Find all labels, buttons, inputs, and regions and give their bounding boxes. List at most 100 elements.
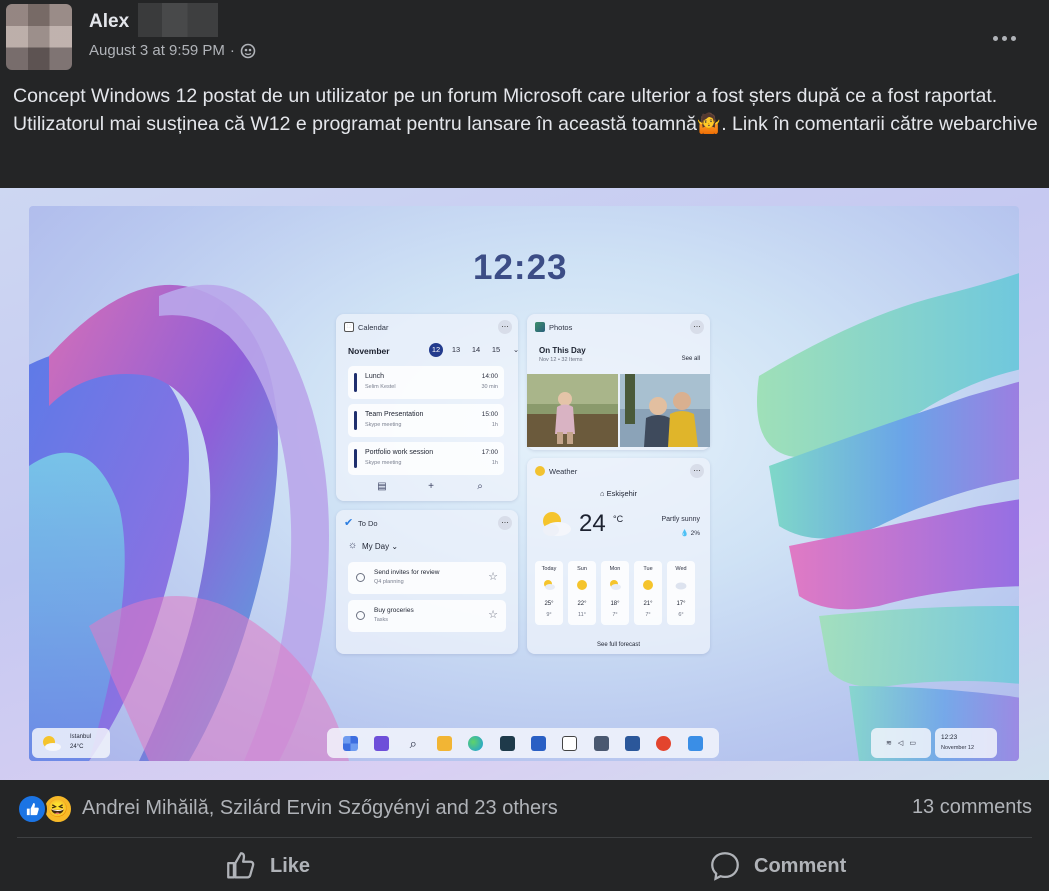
sun-icon	[535, 466, 545, 476]
download-icon[interactable]	[687, 735, 703, 751]
reaction-icons[interactable]: 😆	[17, 794, 73, 824]
calendar-event[interactable]: Team Presentation Skype meeting 15:00 1h	[348, 404, 504, 437]
calendar-title: Calendar	[358, 323, 389, 332]
sun-icon: ☼	[348, 540, 358, 551]
volume-icon[interactable]: ◁	[898, 739, 903, 747]
calendar-more-button[interactable]: ...	[498, 320, 512, 334]
forecast-day[interactable]: Tue 21° 7°	[634, 561, 662, 625]
star-icon[interactable]: ☆	[488, 608, 498, 621]
forecast-day-name: Today	[541, 566, 557, 572]
sun-icon	[577, 580, 587, 590]
post-timestamp[interactable]: August 3 at 9:59 PM	[89, 42, 225, 59]
reaction-names[interactable]: Andrei Mihăilă, Szilárd Ervin Szőgyényi …	[82, 797, 558, 820]
office-icon[interactable]	[656, 735, 672, 751]
forecast-day-name: Wed	[675, 566, 687, 572]
widgets-icon[interactable]	[374, 735, 390, 751]
photos-widget[interactable]: Photos ... On This Day Nov 12 • 32 Items…	[527, 314, 710, 450]
weather-widget[interactable]: Weather ... ⌂ Eskişehir 24 °C Partly sun…	[527, 458, 710, 654]
weather-rain-chance: 💧 2%	[680, 530, 700, 537]
forecast-day[interactable]: Wed 17° 6°	[667, 561, 695, 625]
system-tray[interactable]: ≋ ◁ ▭	[871, 728, 931, 758]
like-button[interactable]: Like	[224, 846, 310, 886]
event-title: Lunch	[365, 373, 385, 380]
comment-bubble-icon	[711, 852, 739, 881]
wallpaper-ribbon-left	[29, 284, 349, 761]
more-dot	[1010, 35, 1016, 41]
forecast-day-name: Tue	[643, 566, 653, 572]
desktop-clock: 12:23	[473, 248, 568, 287]
forecast-day[interactable]: Today 25° 9°	[535, 561, 563, 625]
calendar-day[interactable]: 15	[489, 343, 503, 357]
weather-condition: Partly sunny	[661, 516, 700, 523]
chevron-down-icon: ⌄	[391, 542, 399, 551]
photos-title: Photos	[549, 323, 573, 332]
partly-cloudy-icon	[543, 512, 571, 536]
todo-list-selector[interactable]: My Day ⌄	[362, 542, 398, 551]
battery-icon[interactable]: ▭	[909, 739, 916, 747]
taskbar-weather[interactable]: Istanbul 24°C	[32, 728, 110, 758]
forecast-high: 25°	[544, 601, 554, 607]
word-icon[interactable]	[625, 735, 641, 751]
forecast-low: 7°	[612, 612, 618, 618]
todo-task[interactable]: Buy groceries Tasks ☆	[348, 600, 506, 632]
thumbs-up-icon	[17, 794, 47, 824]
calendar-view-icon[interactable]: ▤	[376, 481, 388, 493]
more-dot	[992, 35, 998, 41]
globe-icon[interactable]	[240, 43, 256, 59]
forecast-low: 7°	[645, 612, 651, 618]
terminal-icon[interactable]	[499, 735, 515, 751]
author-name[interactable]: Alex	[89, 11, 129, 33]
calendar-day[interactable]: 12	[429, 343, 443, 357]
calendar-event[interactable]: Lunch Selim Kestel 14:00 30 min	[348, 366, 504, 399]
search-icon[interactable]: ⌕	[474, 481, 486, 493]
event-sub: Skype meeting	[365, 422, 402, 428]
search-icon[interactable]: ⌕	[406, 736, 421, 751]
task-checkbox[interactable]	[356, 611, 365, 620]
chevron-down-icon[interactable]: ⌄	[509, 343, 523, 357]
post-image[interactable]: 12:23 12 Calendar ... November 12 13 14 …	[0, 188, 1049, 780]
todo-more-button[interactable]: ...	[498, 516, 512, 530]
forecast-day[interactable]: Sun 22° 11°	[568, 561, 596, 625]
start-icon[interactable]	[343, 735, 359, 751]
todo-task[interactable]: Send invites for review Q4 planning ☆	[348, 562, 506, 594]
comment-button[interactable]: Comment	[708, 846, 846, 886]
taskbar-date: November 12	[941, 745, 975, 751]
wifi-icon[interactable]: ≋	[886, 739, 892, 747]
taskbar-weather-city: Istanbul	[70, 734, 92, 740]
add-event-icon[interactable]: +	[425, 481, 437, 493]
calendar-icon[interactable]	[562, 735, 578, 751]
task-checkbox[interactable]	[356, 573, 365, 582]
media-player-icon[interactable]	[593, 735, 609, 751]
see-all-link[interactable]: See all	[682, 356, 700, 362]
todo-widget[interactable]: ✔ To Do ... ☼ My Day ⌄ Send invites for …	[336, 510, 518, 654]
edge-icon[interactable]	[468, 735, 484, 751]
weather-city: ⌂ Eskişehir	[527, 489, 710, 498]
more-options-button[interactable]	[989, 26, 1019, 50]
partly-cloudy-icon	[610, 580, 621, 590]
photo-couple-thumbnail[interactable]	[620, 374, 710, 447]
see-full-forecast-link[interactable]: See full forecast	[527, 642, 710, 648]
avatar[interactable]	[6, 4, 72, 70]
forecast-day[interactable]: Mon 18° 7°	[601, 561, 629, 625]
weather-more-button[interactable]: ...	[690, 464, 704, 478]
event-duration: 1h	[491, 460, 498, 466]
event-time: 15:00	[481, 411, 498, 418]
comments-count[interactable]: 13 comments	[912, 796, 1032, 819]
thumbs-up-icon	[227, 852, 255, 879]
task-title: Buy groceries	[374, 607, 414, 614]
cloudy-icon	[675, 582, 687, 590]
taskbar: ⌕	[327, 728, 719, 758]
star-icon[interactable]: ☆	[488, 570, 498, 583]
calendar-event[interactable]: Portfolio work session Skype meeting 17:…	[348, 442, 504, 475]
photo-girl-thumbnail[interactable]	[527, 374, 618, 447]
forecast-low: 9°	[546, 612, 552, 618]
calendar-icon: 12	[344, 322, 354, 332]
calendar-widget[interactable]: 12 Calendar ... November 12 13 14 15 ⌄ L…	[336, 314, 519, 501]
like-label: Like	[270, 854, 311, 877]
mail-icon[interactable]	[531, 735, 547, 751]
photos-more-button[interactable]: ...	[690, 320, 704, 334]
file-explorer-icon[interactable]	[437, 735, 453, 751]
calendar-day[interactable]: 13	[449, 343, 463, 357]
taskbar-clock[interactable]: 12:23 November 12	[935, 728, 997, 758]
calendar-day[interactable]: 14	[469, 343, 483, 357]
